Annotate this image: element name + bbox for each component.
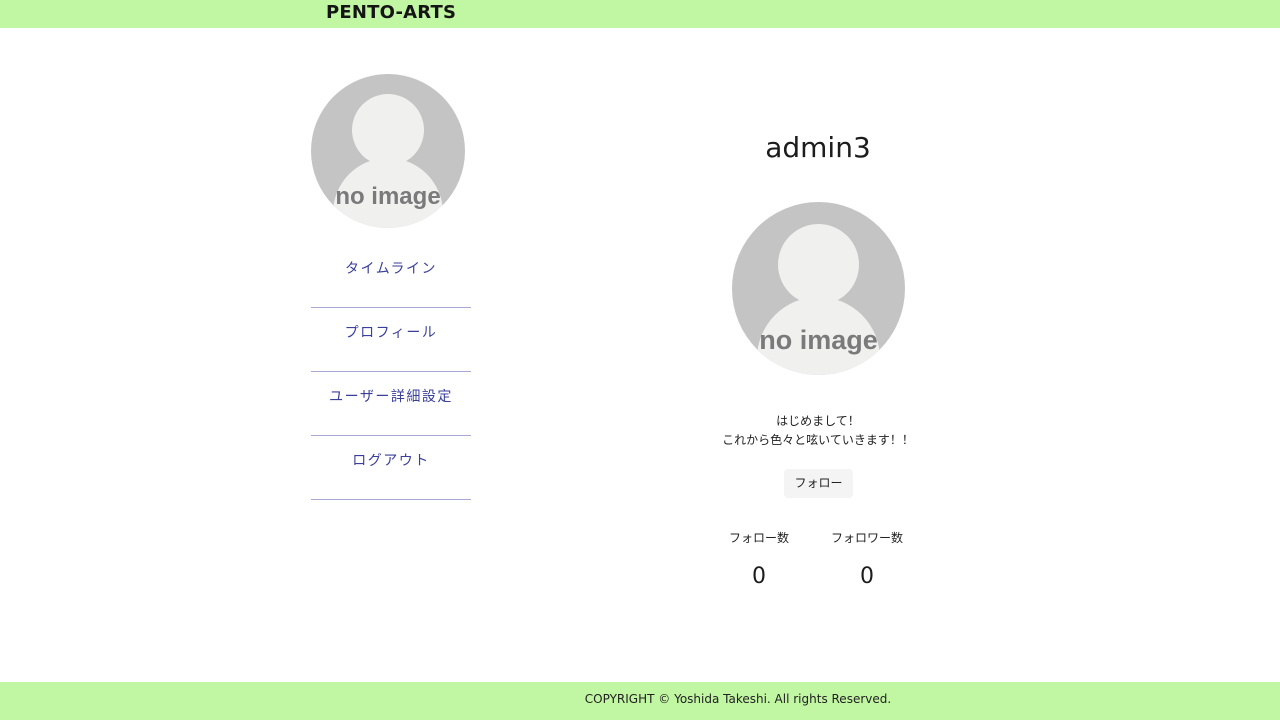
following-count-label: フォロー数 xyxy=(728,531,789,545)
sidebar-item-logout[interactable]: ログアウト xyxy=(311,436,471,500)
following-count-value: 0 xyxy=(752,564,766,589)
following-stat: フォロー数 0 xyxy=(704,528,814,592)
followers-stat: フォロワー数 0 xyxy=(812,528,922,592)
sidebar-item-label: ログアウト xyxy=(352,453,430,469)
site-header: PENTO-ARTS xyxy=(0,0,1280,28)
sidebar-item-timeline[interactable]: タイムライン xyxy=(311,244,471,308)
copyright-text: COPYRIGHT © Yoshida Takeshi. All rights … xyxy=(584,692,892,706)
avatar-placeholder-text: no image xyxy=(759,325,878,355)
followers-count-label: フォロワー数 xyxy=(830,531,903,545)
site-footer: COPYRIGHT © Yoshida Takeshi. All rights … xyxy=(0,682,1280,720)
follow-button[interactable]: フォロー xyxy=(784,469,853,498)
avatar-placeholder-text: no image xyxy=(335,183,441,210)
sidebar-nav: タイムライン プロフィール ユーザー詳細設定 ログアウト xyxy=(311,244,471,500)
sidebar-item-label: プロフィール xyxy=(344,325,438,341)
profile-avatar-image: no image xyxy=(732,202,905,375)
sidebar-item-label: タイムライン xyxy=(344,261,438,277)
sidebar-item-user-settings[interactable]: ユーザー詳細設定 xyxy=(311,372,471,436)
profile-username: admin3 xyxy=(765,131,871,164)
avatar-head-shape xyxy=(778,224,859,305)
avatar-head-shape xyxy=(352,94,424,166)
sidebar-item-label: ユーザー詳細設定 xyxy=(329,389,453,405)
profile-bio: はじめまして！ これから色々と呟いていきます！！ xyxy=(618,412,1018,450)
bio-line: これから色々と呟いていきます！！ xyxy=(722,433,914,447)
bio-line: はじめまして！ xyxy=(776,414,860,428)
sidebar-avatar-image: no image xyxy=(311,74,465,228)
followers-count-value: 0 xyxy=(860,564,874,589)
sidebar-item-profile[interactable]: プロフィール xyxy=(311,308,471,372)
site-logo-link[interactable]: PENTO-ARTS xyxy=(326,0,456,28)
